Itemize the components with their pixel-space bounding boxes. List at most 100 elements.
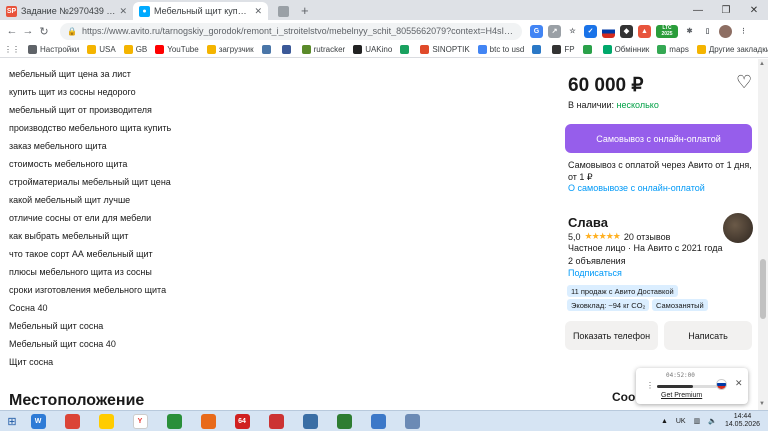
bookmark-item[interactable]: FP xyxy=(552,45,575,54)
subscribe-link[interactable]: Подписаться xyxy=(568,268,622,278)
bookmark-label: SINOPTIK xyxy=(432,45,470,54)
bookmarks-bar: ⋮⋮ Настройки USA GB YouTube загрузчик rutracke… xyxy=(0,42,768,58)
taskbar-app[interactable] xyxy=(92,412,120,431)
tab-task[interactable]: SP Задание №2970439 - просмотр з ✕ xyxy=(0,2,133,20)
system-tray: ▲ UK ▥ 🔈 14:44 14.05.2026 xyxy=(661,413,768,429)
bookmark-item[interactable]: btc to usd xyxy=(477,45,524,54)
taskbar-app[interactable]: W xyxy=(24,412,52,431)
bookmark-item[interactable]: Настройки xyxy=(28,45,79,54)
bookmark-item[interactable]: rutracker xyxy=(301,45,346,54)
write-message-button[interactable]: Написать xyxy=(664,321,752,350)
bookmark-item[interactable]: Обмінник xyxy=(602,45,649,54)
reload-icon[interactable]: ↻ xyxy=(36,25,52,38)
taskbar-app[interactable] xyxy=(160,412,188,431)
more-icon[interactable]: ⋮ xyxy=(646,381,654,390)
reviews-link[interactable]: 20 отзывов xyxy=(624,232,671,242)
pickup-online-payment-button[interactable]: Самовывоз с онлайн-оплатой xyxy=(565,124,752,153)
tab-avito[interactable]: ● Мебельный щит купить в Тарно ✕ xyxy=(133,2,268,20)
address-bar[interactable]: 🔒 https://www.avito.ru/tarnogskiy_gorodo… xyxy=(60,22,522,40)
seller-badge-self-employed: Самозанятый xyxy=(652,299,708,311)
network-icon[interactable]: ▥ xyxy=(694,417,701,425)
bookmark-favicon-icon xyxy=(602,45,612,54)
start-button[interactable]: ⊞ xyxy=(0,411,24,432)
volume-icon[interactable]: 🔈 xyxy=(708,417,717,425)
plus-icon[interactable]: + xyxy=(301,2,309,20)
bookmark-favicon-icon xyxy=(123,45,133,54)
taskbar-app[interactable] xyxy=(364,412,392,431)
close-icon[interactable]: ✕ xyxy=(735,378,743,389)
lock-icon[interactable]: 🔒 xyxy=(67,27,77,36)
minimize-icon[interactable]: — xyxy=(684,5,712,16)
bookmark-label: Настройки xyxy=(40,45,80,54)
other-bookmarks[interactable]: Другие закладки xyxy=(696,45,768,54)
translate-icon[interactable]: G xyxy=(530,24,543,38)
back-icon[interactable]: ← xyxy=(4,25,20,37)
bookmark-label: rutracker xyxy=(313,45,346,54)
get-premium-link[interactable]: Get Premium xyxy=(661,392,702,399)
puzzle-icon[interactable]: ✱ xyxy=(683,24,696,38)
chat-widget[interactable]: Соо xyxy=(612,390,635,404)
tab-title: Мебельный щит купить в Тарно xyxy=(154,6,252,16)
bookmark-item[interactable]: SINOPTIK xyxy=(420,45,470,54)
taskbar-app[interactable]: 64 xyxy=(228,412,256,431)
taskbar-app[interactable]: Y xyxy=(126,412,154,431)
menu-icon[interactable]: ⋮ xyxy=(737,24,750,38)
keyword-item: мебельный щит от производителя xyxy=(9,105,152,115)
russia-flag-icon[interactable] xyxy=(602,24,615,38)
seller-avatar[interactable] xyxy=(723,213,753,243)
scroll-thumb[interactable] xyxy=(760,259,766,319)
taskbar-app[interactable] xyxy=(262,412,290,431)
apps-grid-icon[interactable]: ⋮⋮ xyxy=(4,45,20,54)
close-window-icon[interactable]: ✕ xyxy=(740,5,768,16)
clock[interactable]: 14:44 14.05.2026 xyxy=(725,413,760,429)
russia-flag-icon[interactable] xyxy=(716,379,727,390)
bookmark-item[interactable] xyxy=(281,45,294,54)
extension-icon[interactable]: ▲ xyxy=(638,24,651,38)
app-icon xyxy=(268,413,284,429)
page-scrollbar[interactable]: ▲ ▼ xyxy=(758,59,768,410)
bookmark-item[interactable]: GB xyxy=(123,45,147,54)
bookmark-item[interactable]: YouTube xyxy=(155,45,199,54)
seller-name[interactable]: Слава xyxy=(568,215,608,230)
bookmark-item[interactable]: maps xyxy=(657,45,689,54)
taskbar-app[interactable] xyxy=(398,412,426,431)
tray-arrow-icon[interactable]: ▲ xyxy=(661,418,668,425)
keyword-list: мебельный щит цена за лист купить щит из … xyxy=(9,68,529,374)
sidebar-icon[interactable]: ▯ xyxy=(701,24,714,38)
bookmark-item[interactable]: USA xyxy=(87,45,116,54)
taskbar-app[interactable] xyxy=(296,412,324,431)
location-heading: Местоположение xyxy=(9,392,145,409)
favorite-heart-icon[interactable]: ♡ xyxy=(736,72,752,93)
ltc-price-widget[interactable]: LTC 2025 xyxy=(656,24,678,38)
language-indicator[interactable]: UK xyxy=(676,418,686,425)
show-phone-button[interactable]: Показать телефон xyxy=(565,321,658,350)
taskbar-app[interactable] xyxy=(58,412,86,431)
pickup-info-link[interactable]: О самовывозе с онлайн-оплатой xyxy=(568,183,705,193)
bookmark-label: USA xyxy=(99,45,116,54)
star-icon[interactable]: ☆ xyxy=(566,24,579,38)
bookmark-item[interactable] xyxy=(582,45,595,54)
bookmark-favicon-icon xyxy=(301,45,311,54)
app-icon: 64 xyxy=(234,413,250,429)
bookmark-item[interactable]: UAKino xyxy=(353,45,392,54)
forward-icon[interactable]: → xyxy=(20,25,36,37)
scroll-down-icon[interactable]: ▼ xyxy=(759,401,765,407)
bookmark-item[interactable] xyxy=(261,45,274,54)
taskbar-app[interactable] xyxy=(194,412,222,431)
rating-value: 5,0 xyxy=(568,231,581,242)
extension-icon[interactable]: ◆ xyxy=(620,24,633,38)
bookmark-item[interactable] xyxy=(400,45,412,54)
maximize-icon[interactable]: ❐ xyxy=(712,5,740,16)
ltc-value: 2025 xyxy=(661,31,673,37)
scroll-up-icon[interactable]: ▲ xyxy=(759,61,765,67)
taskbar-app[interactable] xyxy=(330,412,358,431)
share-icon[interactable]: ↗ xyxy=(548,24,561,38)
tab-blank[interactable] xyxy=(278,2,293,20)
bookmark-item[interactable]: загрузчик xyxy=(206,45,254,54)
profile-avatar[interactable] xyxy=(719,24,732,38)
close-icon[interactable]: ✕ xyxy=(254,6,262,17)
bookmark-item[interactable] xyxy=(532,45,544,54)
keyword-item: Мебельный щит сосна 40 xyxy=(9,339,116,349)
extension-icon[interactable]: ✓ xyxy=(584,24,597,38)
close-icon[interactable]: ✕ xyxy=(119,6,127,17)
